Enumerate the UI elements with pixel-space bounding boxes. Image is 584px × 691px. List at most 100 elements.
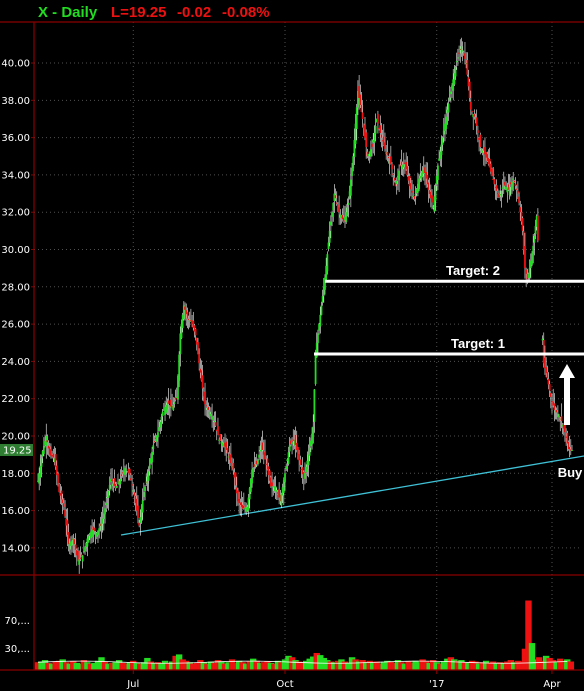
candle-body: [40, 458, 43, 467]
candle-body: [251, 469, 253, 484]
candle-body: [151, 451, 153, 463]
candle-body: [284, 473, 286, 482]
candle-body: [111, 479, 114, 482]
candle-body: [460, 46, 463, 54]
candle-body: [98, 528, 101, 532]
candle-body: [285, 466, 288, 470]
candle-body: [274, 486, 277, 491]
candle-body: [105, 503, 108, 506]
candle-body: [304, 472, 306, 479]
candle-body: [402, 164, 405, 168]
candle-body: [213, 421, 216, 423]
candle-body: [455, 61, 458, 63]
volume-bar: [567, 661, 575, 670]
candle-body: [257, 459, 259, 465]
candle-body: [124, 467, 126, 476]
candle-body: [399, 165, 402, 167]
candle-body: [386, 151, 389, 156]
candle-body: [52, 453, 55, 458]
candle-body: [406, 166, 409, 175]
candle-body: [317, 333, 319, 344]
candle-body: [514, 183, 517, 187]
candle-body: [297, 447, 299, 456]
candle-body: [54, 454, 57, 467]
candle-body: [544, 357, 546, 369]
candle-body: [513, 180, 516, 183]
candle-body: [308, 447, 311, 456]
candle-body: [471, 110, 473, 112]
y-tick-label-8: 30.00: [1, 245, 30, 256]
candle-body: [391, 164, 393, 170]
candle-body: [142, 491, 145, 498]
candle-body: [198, 353, 201, 364]
candle-body: [81, 555, 84, 562]
candle-body: [448, 97, 451, 101]
candle-body: [73, 539, 76, 545]
candle-body: [132, 490, 135, 492]
candle-body: [201, 375, 204, 389]
candle-body: [434, 186, 437, 201]
candle-body: [101, 518, 104, 524]
y-tick-label-5: 24.00: [1, 357, 30, 368]
candle-body: [133, 492, 136, 496]
candle-body: [131, 484, 133, 486]
candle-body: [413, 196, 416, 200]
candle-body: [194, 328, 197, 336]
candle-body: [207, 407, 210, 410]
candle-body: [247, 497, 250, 511]
candle-body: [210, 414, 212, 417]
chart-header: X - Daily L=19.25 -0.02 -0.08%: [38, 4, 270, 21]
candle-body: [141, 500, 144, 513]
candle-body: [479, 134, 482, 147]
candle-body: [508, 187, 511, 196]
candle-body: [380, 134, 383, 138]
candle-body: [50, 449, 52, 456]
y-tick-label-1: 16.00: [1, 506, 30, 517]
candle-body: [334, 195, 337, 199]
candle-body: [351, 167, 353, 176]
candle-body: [445, 116, 448, 130]
candle-body: [87, 536, 90, 543]
candle-body: [475, 117, 478, 126]
candle-body: [377, 114, 379, 124]
candle-body: [349, 179, 352, 196]
candle-body: [161, 411, 164, 417]
candle-body: [493, 179, 496, 185]
candle-body: [524, 245, 526, 269]
candle-body: [464, 53, 466, 59]
candle-body: [346, 207, 349, 215]
candle-body: [379, 125, 382, 133]
y-tick-label-13: 40.00: [1, 59, 30, 70]
candle-body: [411, 190, 413, 193]
candle-body: [219, 434, 222, 441]
candle-body: [534, 225, 537, 235]
candle-body: [454, 67, 457, 77]
candle-body: [184, 306, 186, 310]
candle-body: [461, 50, 464, 52]
candle-body: [319, 314, 322, 327]
candle-body: [82, 551, 85, 553]
candle-body: [64, 509, 66, 517]
candle-body: [327, 242, 330, 250]
y-tick-label-11: 36.00: [1, 133, 30, 144]
y-tick-label-12: 38.00: [1, 96, 30, 107]
candle-body: [473, 114, 476, 117]
candle-body: [67, 532, 70, 545]
candle-body: [516, 190, 519, 194]
last-price-tag: 19.25: [0, 443, 33, 456]
candle-body: [553, 403, 556, 410]
candle-body: [172, 405, 175, 411]
candle-body: [120, 474, 123, 477]
candle-body: [441, 137, 444, 145]
candle-body: [160, 416, 163, 425]
candle-body: [504, 182, 506, 186]
candle-body: [287, 452, 290, 465]
candle-body: [153, 441, 156, 443]
candle-body: [119, 478, 122, 485]
candle-body: [389, 156, 392, 164]
candle-body: [178, 354, 181, 381]
x-tick-label-2: '17: [429, 679, 444, 690]
y-tick-label-3: 20.00: [1, 432, 30, 443]
candle-body: [328, 230, 331, 243]
candle-body: [91, 529, 94, 538]
